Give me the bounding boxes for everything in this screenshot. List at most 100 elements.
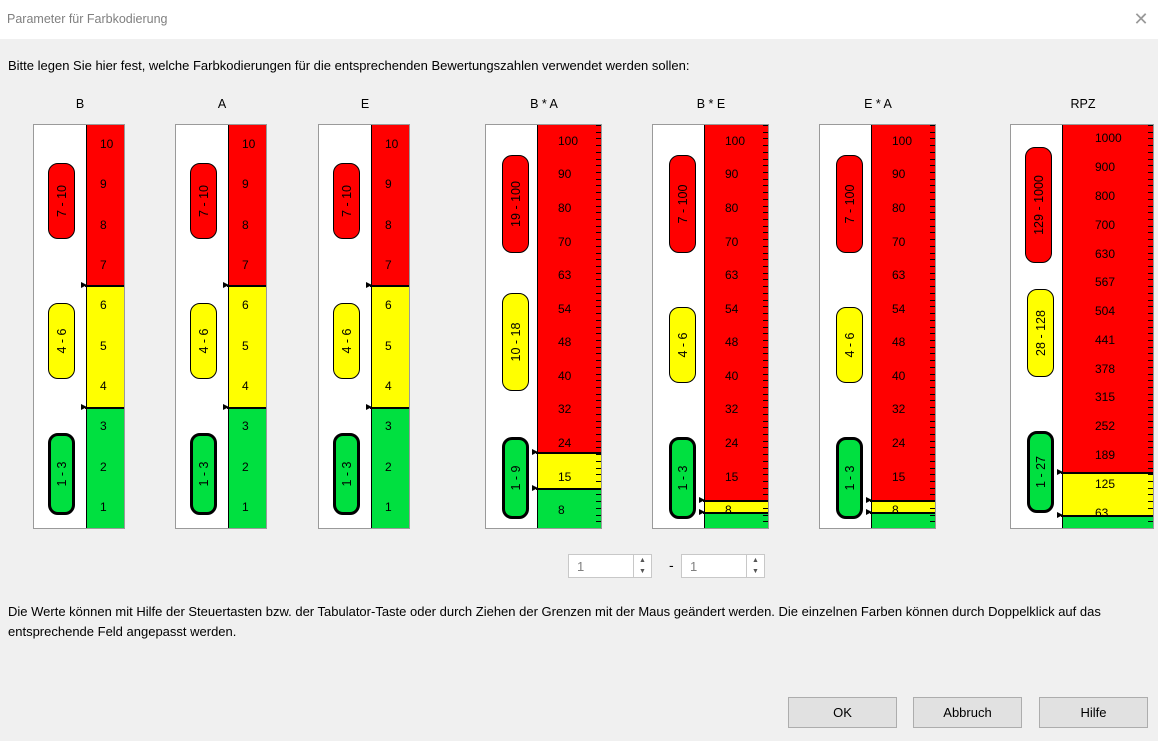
boundary-line[interactable]: [703, 512, 768, 515]
range-from-spinner[interactable]: ▲ ▼: [568, 554, 652, 578]
range-label-yellow[interactable]: 10 - 18: [502, 293, 529, 391]
minor-tick: [1148, 366, 1153, 368]
spin-up-icon[interactable]: ▲: [634, 555, 651, 566]
boundary-handle-icon[interactable]: [699, 497, 705, 504]
boundary-handle-icon[interactable]: [223, 403, 229, 410]
boundary-handle-icon[interactable]: [223, 282, 229, 289]
range-label-green[interactable]: 1 - 27: [1027, 431, 1054, 513]
boundary-handle-icon[interactable]: [866, 509, 872, 516]
minor-tick: [1148, 145, 1153, 147]
range-label-red[interactable]: 7 - 100: [669, 155, 696, 253]
spin-up-icon[interactable]: ▲: [747, 555, 764, 566]
range-label-red[interactable]: 129 - 1000: [1025, 147, 1052, 263]
scale-tick-label: 5: [242, 338, 249, 353]
scale-tick-label: 40: [558, 368, 572, 383]
range-label-red[interactable]: 7 - 10: [333, 163, 360, 239]
minor-tick: [763, 474, 768, 476]
range-label-red[interactable]: 19 - 100: [502, 155, 529, 253]
minor-tick: [1148, 198, 1153, 200]
minor-tick: [1148, 326, 1153, 328]
scale-tick-label: 1: [100, 499, 107, 514]
scale-tick-label: 54: [892, 301, 906, 316]
spin-down-icon[interactable]: ▼: [747, 566, 764, 577]
boundary-line[interactable]: [536, 488, 601, 491]
minor-tick: [930, 507, 935, 509]
cancel-button[interactable]: Abbruch: [913, 697, 1022, 728]
range-label-green[interactable]: 1 - 3: [190, 433, 217, 515]
range-label-red[interactable]: 7 - 10: [190, 163, 217, 239]
scale-tick-label: 48: [725, 335, 739, 350]
boundary-handle-icon[interactable]: [81, 403, 87, 410]
band-green[interactable]: [705, 513, 768, 528]
minor-tick: [1148, 151, 1153, 153]
boundary-line[interactable]: [227, 285, 266, 288]
boundary-handle-icon[interactable]: [81, 282, 87, 289]
boundary-line[interactable]: [370, 285, 409, 288]
range-label-green[interactable]: 1 - 9: [502, 437, 529, 519]
help-button[interactable]: Hilfe: [1039, 697, 1148, 728]
scale-tick-label: 800: [1095, 188, 1116, 203]
range-label-red[interactable]: 7 - 10: [48, 163, 75, 239]
boundary-handle-icon[interactable]: [532, 449, 538, 456]
boundary-handle-icon[interactable]: [699, 509, 705, 516]
instruction-text: Bitte legen Sie hier fest, welche Farbko…: [8, 58, 690, 73]
range-label-red[interactable]: 7 - 100: [836, 155, 863, 253]
ok-button[interactable]: OK: [788, 697, 897, 728]
boundary-line[interactable]: [1061, 472, 1153, 475]
window-title: Parameter für Farbkodierung: [7, 12, 168, 26]
range-label-yellow[interactable]: 28 - 128: [1027, 289, 1054, 377]
boundary-handle-icon[interactable]: [1057, 469, 1063, 476]
boundary-handle-icon[interactable]: [366, 282, 372, 289]
minor-tick: [1148, 286, 1153, 288]
range-label-yellow[interactable]: 4 - 6: [836, 307, 863, 383]
range-to-input[interactable]: [688, 558, 750, 575]
range-label-yellow[interactable]: 4 - 6: [48, 303, 75, 379]
spin-down-icon[interactable]: ▼: [634, 566, 651, 577]
boundary-line[interactable]: [227, 406, 266, 409]
gauge-ba: 100 90 80 70 63 54 48 40 32 24 15 8 19 - 100 10 - 18 1…: [485, 124, 602, 529]
minor-tick: [596, 266, 601, 268]
close-icon[interactable]: ✕: [1124, 4, 1158, 34]
color-scale-ea: 100 90 80 70 63 54 48 40 32 24 15 8: [870, 125, 935, 528]
range-label-yellow[interactable]: 4 - 6: [190, 303, 217, 379]
minor-tick: [763, 158, 768, 160]
minor-tick: [763, 521, 768, 523]
boundary-line[interactable]: [85, 285, 124, 288]
minor-tick: [763, 447, 768, 449]
minor-tick: [1148, 380, 1153, 382]
minor-tick: [596, 386, 601, 388]
boundary-handle-icon[interactable]: [532, 485, 538, 492]
boundary-line[interactable]: [703, 500, 768, 503]
range-label-yellow[interactable]: 4 - 6: [669, 307, 696, 383]
boundary-line[interactable]: [536, 452, 601, 455]
boundary-handle-icon[interactable]: [366, 403, 372, 410]
range-label-yellow[interactable]: 4 - 6: [333, 303, 360, 379]
band-green[interactable]: [538, 489, 601, 528]
range-label-green[interactable]: 1 - 3: [333, 433, 360, 515]
range-to-spinner[interactable]: ▲ ▼: [681, 554, 765, 578]
minor-tick: [930, 178, 935, 180]
boundary-line[interactable]: [85, 406, 124, 409]
boundary-line[interactable]: [370, 406, 409, 409]
boundary-handle-icon[interactable]: [1057, 512, 1063, 519]
range-label-green[interactable]: 1 - 3: [669, 437, 696, 519]
scale-tick-label: 24: [725, 436, 739, 451]
boundary-handle-icon[interactable]: [866, 497, 872, 504]
band-green[interactable]: [872, 513, 935, 528]
minor-tick: [763, 433, 768, 435]
range-label-text: 7 - 10: [196, 185, 211, 217]
scale-tick-label: 10: [385, 137, 399, 152]
range-label-green[interactable]: 1 - 3: [836, 437, 863, 519]
range-from-input[interactable]: [575, 558, 637, 575]
minor-tick: [930, 413, 935, 415]
boundary-line[interactable]: [870, 512, 935, 515]
minor-tick: [1148, 272, 1153, 274]
minor-tick: [1148, 178, 1153, 180]
minor-tick: [930, 393, 935, 395]
boundary-line[interactable]: [870, 500, 935, 503]
minor-tick: [596, 319, 601, 321]
scale-tick-label: 5: [100, 338, 107, 353]
range-label-text: 7 - 100: [842, 184, 857, 224]
range-label-green[interactable]: 1 - 3: [48, 433, 75, 515]
scale-tick-label: 100: [892, 133, 913, 148]
